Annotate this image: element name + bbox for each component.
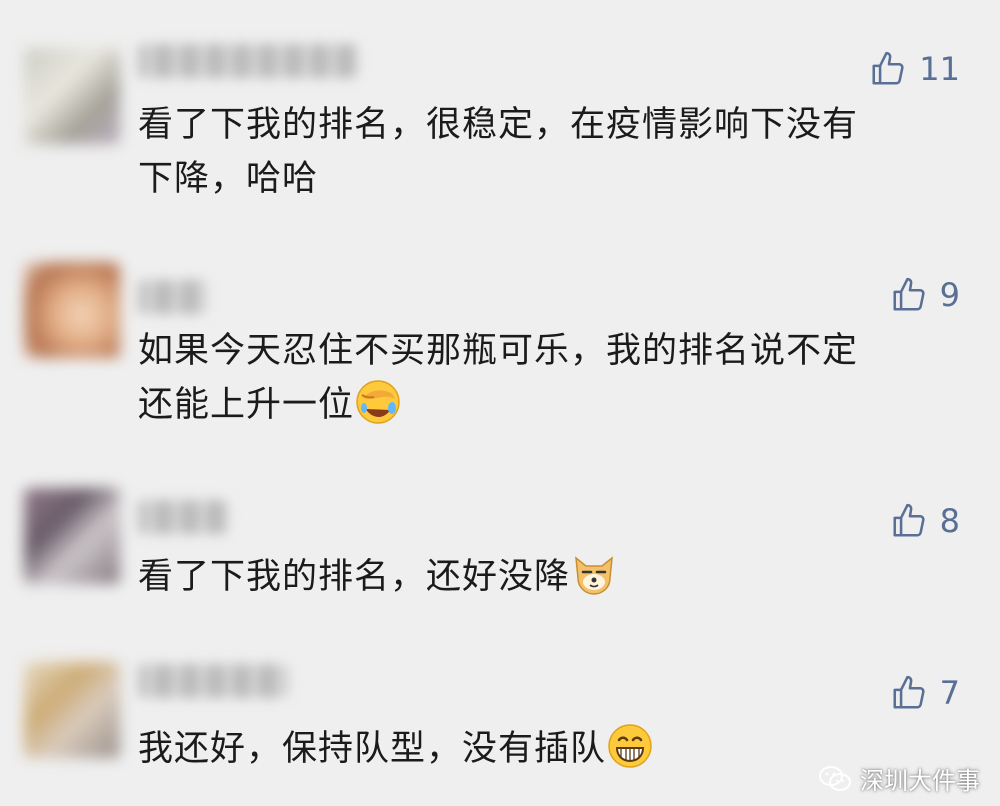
username-blurred[interactable] <box>138 664 288 698</box>
comment-line: 还能上升一位 <box>138 378 968 432</box>
thumbs-up-icon <box>893 503 925 537</box>
avatar[interactable] <box>24 488 120 584</box>
thumbs-up-icon <box>872 51 904 85</box>
like-button[interactable]: 9 <box>890 276 960 314</box>
comment-line: 下降，哈哈 <box>138 159 319 199</box>
comment-text: 如果今天忍住不买那瓶可乐，我的排名说不定 还能上升一位 <box>138 324 968 432</box>
grin-emoji <box>608 724 652 768</box>
username-blurred[interactable] <box>138 44 358 78</box>
watermark-text: 深圳大件事 <box>860 767 980 795</box>
like-button[interactable]: 8 <box>890 502 960 540</box>
comment-line: 看了下我的排名，还好没降 <box>138 550 968 604</box>
wechat-icon <box>819 765 851 791</box>
comment-line-text: 看了下我的排名，还好没降 <box>138 557 571 597</box>
like-count: 11 <box>919 50 960 88</box>
comment-text: 看了下我的排名，很稳定，在疫情影响下没有 下降，哈哈 <box>138 98 968 206</box>
like-button[interactable]: 11 <box>869 50 960 88</box>
username-blurred[interactable] <box>138 500 228 534</box>
avatar[interactable] <box>24 48 120 144</box>
comment-line-text: 还能上升一位 <box>138 385 355 425</box>
comment-text: 看了下我的排名，还好没降 <box>138 550 968 604</box>
like-count: 8 <box>939 502 960 540</box>
avatar[interactable] <box>24 662 120 758</box>
like-button[interactable]: 7 <box>890 674 960 712</box>
thumbs-up-icon <box>893 277 925 311</box>
avatar[interactable] <box>24 262 120 358</box>
comment-line-text: 我还好，保持队型，没有插队 <box>138 729 607 769</box>
facepalm-laugh-emoji <box>356 380 400 424</box>
comment-line: 看了下我的排名，很稳定，在疫情影响下没有 <box>138 105 859 145</box>
watermark: 深圳大件事 <box>818 761 980 796</box>
username-blurred[interactable] <box>138 280 208 314</box>
thumbs-up-icon <box>893 675 925 709</box>
like-count: 9 <box>939 276 960 314</box>
like-count: 7 <box>939 674 960 712</box>
doge-emoji <box>575 556 613 595</box>
comment-line: 如果今天忍住不买那瓶可乐，我的排名说不定 <box>138 331 859 371</box>
